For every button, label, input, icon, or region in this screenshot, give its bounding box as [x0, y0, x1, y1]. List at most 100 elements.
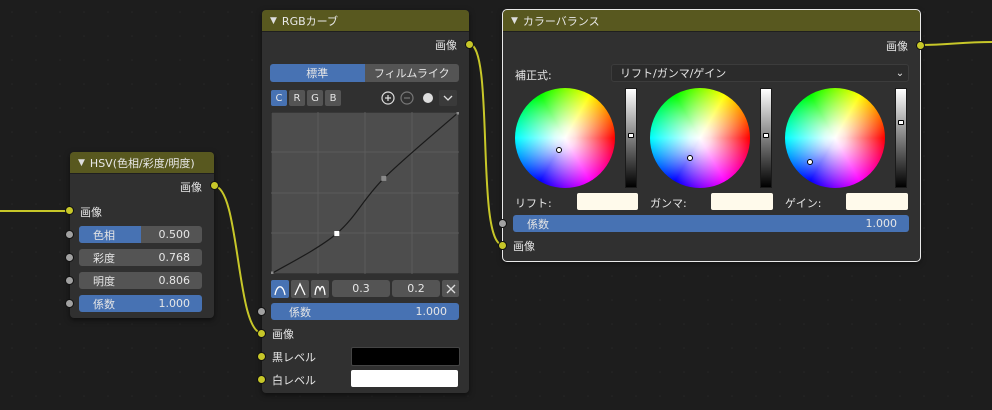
hsv-factor-value: 1.000: [158, 297, 191, 310]
hsv-factor-field[interactable]: 係数 1.000: [79, 295, 202, 312]
tab-filmlike[interactable]: フィルムライク: [364, 64, 459, 82]
gamma-value-slider[interactable]: [760, 88, 772, 188]
point-x-field[interactable]: 0.3: [332, 280, 390, 297]
hsv-output-label: 画像: [180, 181, 202, 194]
channel-g-button[interactable]: G: [307, 90, 323, 106]
rgb-curves-node[interactable]: ▼ RGBカーブ 画像 標準 フィルムライク C R G B 0.3 0.2 係…: [257, 10, 474, 393]
lift-label: リフト:: [515, 197, 552, 210]
chevron-down-icon[interactable]: [439, 90, 457, 106]
collapse-chevron-icon[interactable]: ▼: [511, 16, 518, 26]
hue-field[interactable]: 色相 0.500: [79, 226, 202, 243]
point-y-field[interactable]: 0.2: [392, 280, 440, 297]
white-level-label: 白レベル: [272, 374, 316, 387]
collapse-chevron-icon[interactable]: ▼: [270, 16, 277, 26]
formula-value: リフト/ガンマ/ゲイン: [620, 67, 727, 80]
point-y-value: 0.2: [407, 282, 425, 295]
gain-color-wheel[interactable]: [785, 88, 885, 188]
gamma-swatch[interactable]: [711, 193, 773, 210]
handle-auto-icon[interactable]: [271, 280, 289, 298]
hsv-node-title: HSV(色相/彩度/明度): [89, 156, 195, 170]
hsv-factor-label: 係数: [93, 297, 115, 311]
gain-slider-knob[interactable]: [898, 120, 904, 125]
hsv-node[interactable]: ▼ HSV(色相/彩度/明度) 画像 画像 色相 0.500 彩度 0.768 …: [65, 152, 219, 318]
curve-mode-tabs: 標準 フィルムライク: [270, 64, 459, 82]
value-field[interactable]: 明度 0.806: [79, 272, 202, 289]
saturation-socket[interactable]: [65, 253, 74, 262]
black-level-socket[interactable]: [257, 352, 266, 361]
rgb-input-image-socket[interactable]: [257, 329, 266, 338]
rgb-output-label: 画像: [435, 39, 457, 52]
gain-label: ゲイン:: [785, 197, 822, 210]
rgb-factor-label: 係数: [289, 305, 311, 319]
handle-vector-icon[interactable]: [291, 280, 309, 298]
rgb-curves-header[interactable]: ▼ RGBカーブ: [262, 10, 469, 32]
channel-b-button[interactable]: B: [325, 90, 341, 106]
value-value: 0.806: [158, 274, 191, 287]
delete-point-icon[interactable]: [442, 280, 459, 297]
cb-input-image-label: 画像: [513, 240, 535, 253]
saturation-label: 彩度: [93, 251, 115, 265]
zoom-out-icon[interactable]: [399, 90, 415, 106]
formula-label: 補正式:: [515, 69, 552, 82]
rgb-output-socket[interactable]: [465, 40, 474, 49]
gamma-wheel-marker[interactable]: [687, 155, 693, 161]
white-level-socket[interactable]: [257, 375, 266, 384]
black-level-label: 黒レベル: [272, 351, 316, 364]
curve-control-point[interactable]: [271, 271, 274, 275]
chevron-down-icon: ⌄: [895, 67, 905, 79]
gamma-color-wheel[interactable]: [650, 88, 750, 188]
hsv-factor-socket[interactable]: [65, 299, 74, 308]
collapse-chevron-icon[interactable]: ▼: [78, 158, 85, 168]
gain-wheel-marker[interactable]: [807, 159, 813, 165]
handle-free-icon[interactable]: [311, 280, 329, 298]
cb-factor-label: 係数: [527, 217, 549, 231]
formula-dropdown[interactable]: リフト/ガンマ/ゲイン ⌄: [611, 64, 909, 82]
hsv-output-socket[interactable]: [210, 181, 219, 190]
point-x-value: 0.3: [352, 282, 370, 295]
lift-wheel-marker[interactable]: [556, 147, 562, 153]
rgb-curves-title: RGBカーブ: [281, 14, 338, 28]
cb-factor-socket[interactable]: [498, 219, 507, 228]
white-level-swatch[interactable]: [351, 370, 458, 387]
value-socket[interactable]: [65, 276, 74, 285]
color-balance-header[interactable]: ▼ カラーバランス: [503, 10, 920, 32]
color-balance-node[interactable]: ▼ カラーバランス 画像 補正式: リフト/ガンマ/ゲイン ⌄ リフト: ガンマ…: [498, 9, 925, 262]
curve-editor[interactable]: [271, 112, 459, 274]
hsv-input-image-socket[interactable]: [65, 206, 74, 215]
circle-icon[interactable]: [420, 90, 436, 106]
rgb-factor-field[interactable]: 係数 1.000: [271, 303, 459, 320]
cb-output-socket[interactable]: [916, 41, 925, 50]
cb-factor-field[interactable]: 係数 1.000: [513, 215, 909, 232]
curve-control-point[interactable]: [334, 231, 340, 236]
channel-c-button[interactable]: C: [271, 90, 287, 106]
color-balance-title: カラーバランス: [522, 14, 600, 28]
rgb-factor-value: 1.000: [415, 305, 448, 318]
cb-input-image-socket[interactable]: [498, 241, 507, 250]
hsv-node-header[interactable]: ▼ HSV(色相/彩度/明度): [70, 152, 214, 174]
curve-control-point[interactable]: [381, 175, 387, 181]
lift-swatch[interactable]: [577, 193, 638, 210]
hue-socket[interactable]: [65, 230, 74, 239]
value-label: 明度: [93, 274, 115, 288]
channel-r-button[interactable]: R: [289, 90, 305, 106]
gamma-label: ガンマ:: [650, 197, 687, 210]
rgb-factor-socket[interactable]: [257, 307, 266, 316]
lift-slider-knob[interactable]: [628, 133, 634, 138]
lift-color-wheel[interactable]: [515, 88, 615, 188]
cb-output-label: 画像: [886, 40, 908, 53]
hsv-input-image-label: 画像: [80, 206, 102, 219]
hue-label: 色相: [93, 228, 115, 242]
gain-value-slider[interactable]: [895, 88, 907, 188]
lift-value-slider[interactable]: [625, 88, 637, 188]
tab-standard[interactable]: 標準: [270, 64, 365, 82]
rgb-input-image-label: 画像: [272, 328, 294, 341]
curve-control-point[interactable]: [456, 112, 460, 115]
cb-factor-value: 1.000: [865, 217, 898, 230]
hue-value: 0.500: [158, 228, 191, 241]
saturation-value: 0.768: [158, 251, 191, 264]
gamma-slider-knob[interactable]: [763, 133, 769, 138]
black-level-swatch[interactable]: [351, 347, 460, 366]
gain-swatch[interactable]: [846, 193, 908, 210]
zoom-in-icon[interactable]: [380, 90, 396, 106]
saturation-field[interactable]: 彩度 0.768: [79, 249, 202, 266]
